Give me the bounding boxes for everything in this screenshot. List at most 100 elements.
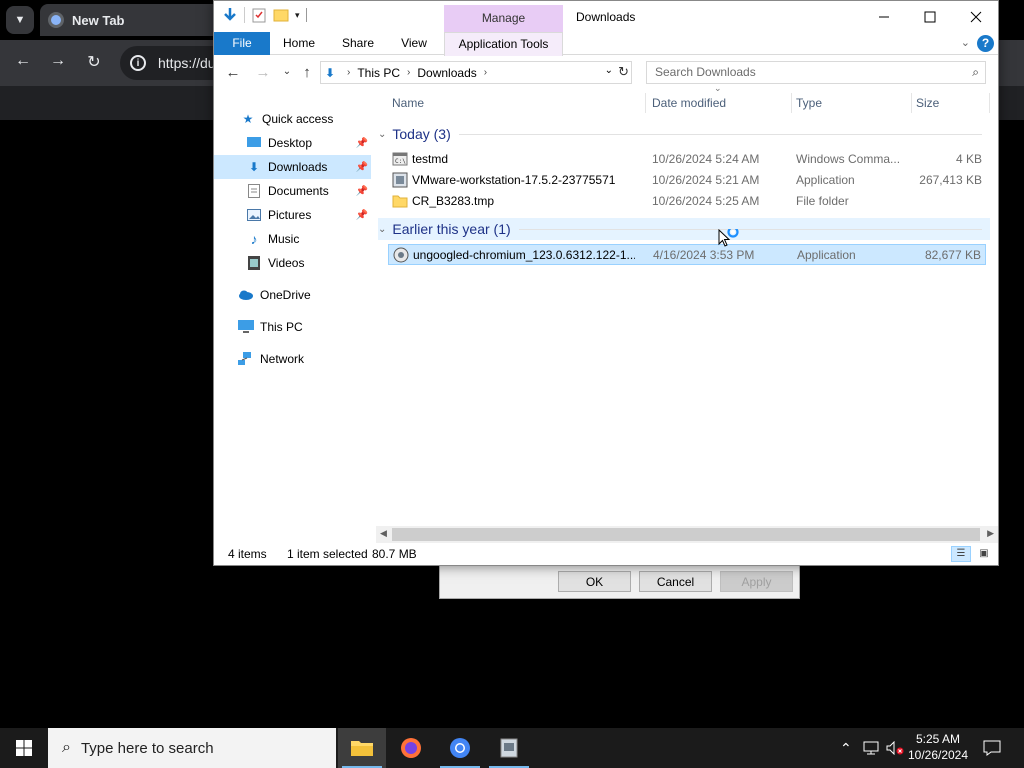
pin-icon[interactable]: 📌 — [356, 186, 368, 197]
omnibox-url: https://du — [158, 55, 216, 71]
nav-label: Desktop — [268, 136, 313, 150]
nav-this-pc[interactable]: This PC — [214, 315, 371, 339]
qat-dropdown-icon[interactable]: ▾ — [295, 10, 300, 21]
taskbar-clock[interactable]: 5:25 AM 10/26/2024 — [900, 731, 976, 763]
tab-share[interactable]: Share — [336, 32, 380, 55]
apply-button[interactable]: Apply — [720, 571, 793, 592]
start-button[interactable] — [0, 728, 48, 768]
refresh-icon[interactable]: ↻ — [618, 64, 629, 80]
details-view-icon[interactable]: ☰ — [951, 546, 971, 562]
file-size: 267,413 KB — [919, 173, 982, 187]
column-header-name[interactable]: Name — [390, 89, 646, 117]
scroll-left-icon[interactable]: ◀ — [380, 528, 387, 539]
collapse-chevron-icon[interactable]: ⌄ — [378, 224, 386, 235]
nav-onedrive[interactable]: OneDrive — [214, 283, 371, 307]
cloud-icon — [238, 287, 254, 303]
recent-locations-icon[interactable]: ⌄ — [276, 66, 298, 84]
nav-videos[interactable]: Videos — [214, 251, 371, 275]
tab-view[interactable]: View — [394, 32, 434, 55]
close-button[interactable] — [953, 1, 999, 32]
forward-arrow-icon[interactable]: → — [47, 52, 69, 74]
pictures-icon — [246, 207, 262, 223]
address-dropdown-icon[interactable]: ⌄ — [605, 65, 613, 76]
clock-time: 5:25 AM — [915, 732, 961, 746]
column-label: Name — [392, 96, 425, 110]
search-input[interactable]: Search Downloads ⌕ — [646, 61, 986, 84]
back-icon[interactable]: ← — [222, 64, 244, 82]
show-hidden-icons-icon[interactable]: ⌃ — [840, 728, 852, 768]
status-bar: 4 items 1 item selected 80.7 MB ☰ ▣ — [214, 543, 998, 565]
installer-app-icon — [500, 738, 518, 758]
group-header-earlier-this-year[interactable]: ⌄ Earlier this year (1) — [378, 218, 990, 240]
downloads-location-icon: ⬇ — [325, 65, 336, 80]
downloads-icon: ⬇ — [248, 160, 260, 174]
minimize-button[interactable] — [861, 1, 907, 32]
network-status-icon[interactable] — [862, 728, 880, 768]
nav-quick-access[interactable]: ★ Quick access — [214, 107, 371, 131]
up-icon[interactable]: ↑ — [296, 64, 318, 82]
pin-icon[interactable]: 📌 — [356, 162, 368, 173]
forward-icon[interactable]: → — [252, 64, 274, 82]
breadcrumb-separator[interactable]: › — [347, 67, 350, 78]
address-bar[interactable]: ⬇ › This PC › Downloads › ⌄ ↻ — [320, 61, 632, 84]
file-row[interactable]: C:\ testmd 10/26/2024 5:24 AM Windows Co… — [388, 149, 986, 170]
expand-ribbon-icon[interactable]: ⌄ — [961, 36, 970, 49]
maximize-button[interactable] — [907, 1, 953, 32]
breadcrumb-separator[interactable]: › — [407, 67, 410, 78]
tab-home[interactable]: Home — [276, 32, 322, 55]
taskbar-search-placeholder: Type here to search — [80, 739, 214, 757]
taskbar-file-explorer[interactable] — [338, 728, 386, 768]
taskbar-firefox[interactable] — [387, 728, 435, 768]
file-type: File folder — [796, 194, 849, 208]
reload-icon[interactable]: ↻ — [83, 52, 105, 74]
help-icon[interactable]: ? — [977, 35, 994, 52]
quick-access-toolbar: ▾ — [222, 7, 307, 23]
notifications-icon[interactable] — [983, 728, 1001, 768]
nav-label: OneDrive — [260, 288, 311, 302]
status-size: 80.7 MB — [372, 547, 417, 561]
back-arrow-icon[interactable]: ← — [12, 52, 34, 74]
column-header-date-modified[interactable]: Date modified — [650, 89, 792, 117]
nav-documents[interactable]: Documents 📌 — [214, 179, 371, 203]
nav-desktop[interactable]: Desktop 📌 — [214, 131, 371, 155]
chrome-tab[interactable]: New Tab — [40, 4, 220, 36]
taskbar: ⌕ Type here to search ⌃ 5:25 AM 10/26/20… — [0, 728, 1024, 768]
tab-application-tools[interactable]: Application Tools — [444, 32, 563, 56]
search-placeholder: Search Downloads — [655, 65, 756, 79]
manage-contextual-header: Manage — [444, 5, 563, 32]
nav-pictures[interactable]: Pictures 📌 — [214, 203, 371, 227]
group-header-today[interactable]: ⌄ Today (3) — [378, 123, 990, 145]
pin-icon[interactable]: 📌 — [356, 138, 368, 149]
file-row[interactable]: CR_B3283.tmp 10/26/2024 5:25 AM File fol… — [388, 191, 986, 212]
nav-downloads[interactable]: ⬇ Downloads 📌 — [214, 155, 371, 179]
ok-button[interactable]: OK — [558, 571, 631, 592]
column-header-size[interactable]: Size — [914, 89, 990, 117]
breadcrumb-this-pc[interactable]: This PC — [357, 66, 400, 80]
site-info-icon[interactable]: i — [130, 55, 146, 71]
taskbar-installer[interactable] — [485, 728, 533, 768]
scrollbar-thumb[interactable] — [392, 528, 980, 541]
large-icons-view-icon[interactable]: ▣ — [974, 546, 994, 562]
horizontal-scrollbar[interactable]: ◀ ▶ — [376, 526, 998, 543]
column-header-type[interactable]: Type — [794, 89, 912, 117]
taskbar-search-box[interactable]: ⌕ Type here to search — [48, 728, 336, 768]
breadcrumb-downloads[interactable]: Downloads — [417, 66, 476, 80]
taskbar-chromium[interactable] — [436, 728, 484, 768]
network-icon — [238, 351, 254, 367]
nav-music[interactable]: ♪ Music — [214, 227, 371, 251]
file-row-selected[interactable]: ungoogled-chromium_123.0.6312.122-1.... … — [388, 244, 986, 265]
file-row[interactable]: VMware-workstation-17.5.2-23775571 10/26… — [388, 170, 986, 191]
file-type: Application — [797, 248, 856, 262]
music-icon: ♪ — [250, 231, 258, 247]
scroll-right-icon[interactable]: ▶ — [987, 528, 994, 539]
cancel-button[interactable]: Cancel — [639, 571, 712, 592]
nav-network[interactable]: Network — [214, 347, 371, 371]
breadcrumb-separator[interactable]: › — [484, 67, 487, 78]
properties-icon[interactable] — [251, 7, 267, 23]
pin-icon[interactable]: 📌 — [356, 210, 368, 221]
tab-search-button[interactable]: ▼ — [6, 6, 34, 34]
tab-file[interactable]: File — [214, 32, 270, 55]
clock-date: 10/26/2024 — [907, 748, 969, 762]
collapse-chevron-icon[interactable]: ⌄ — [378, 129, 386, 140]
new-folder-icon[interactable] — [273, 7, 289, 23]
